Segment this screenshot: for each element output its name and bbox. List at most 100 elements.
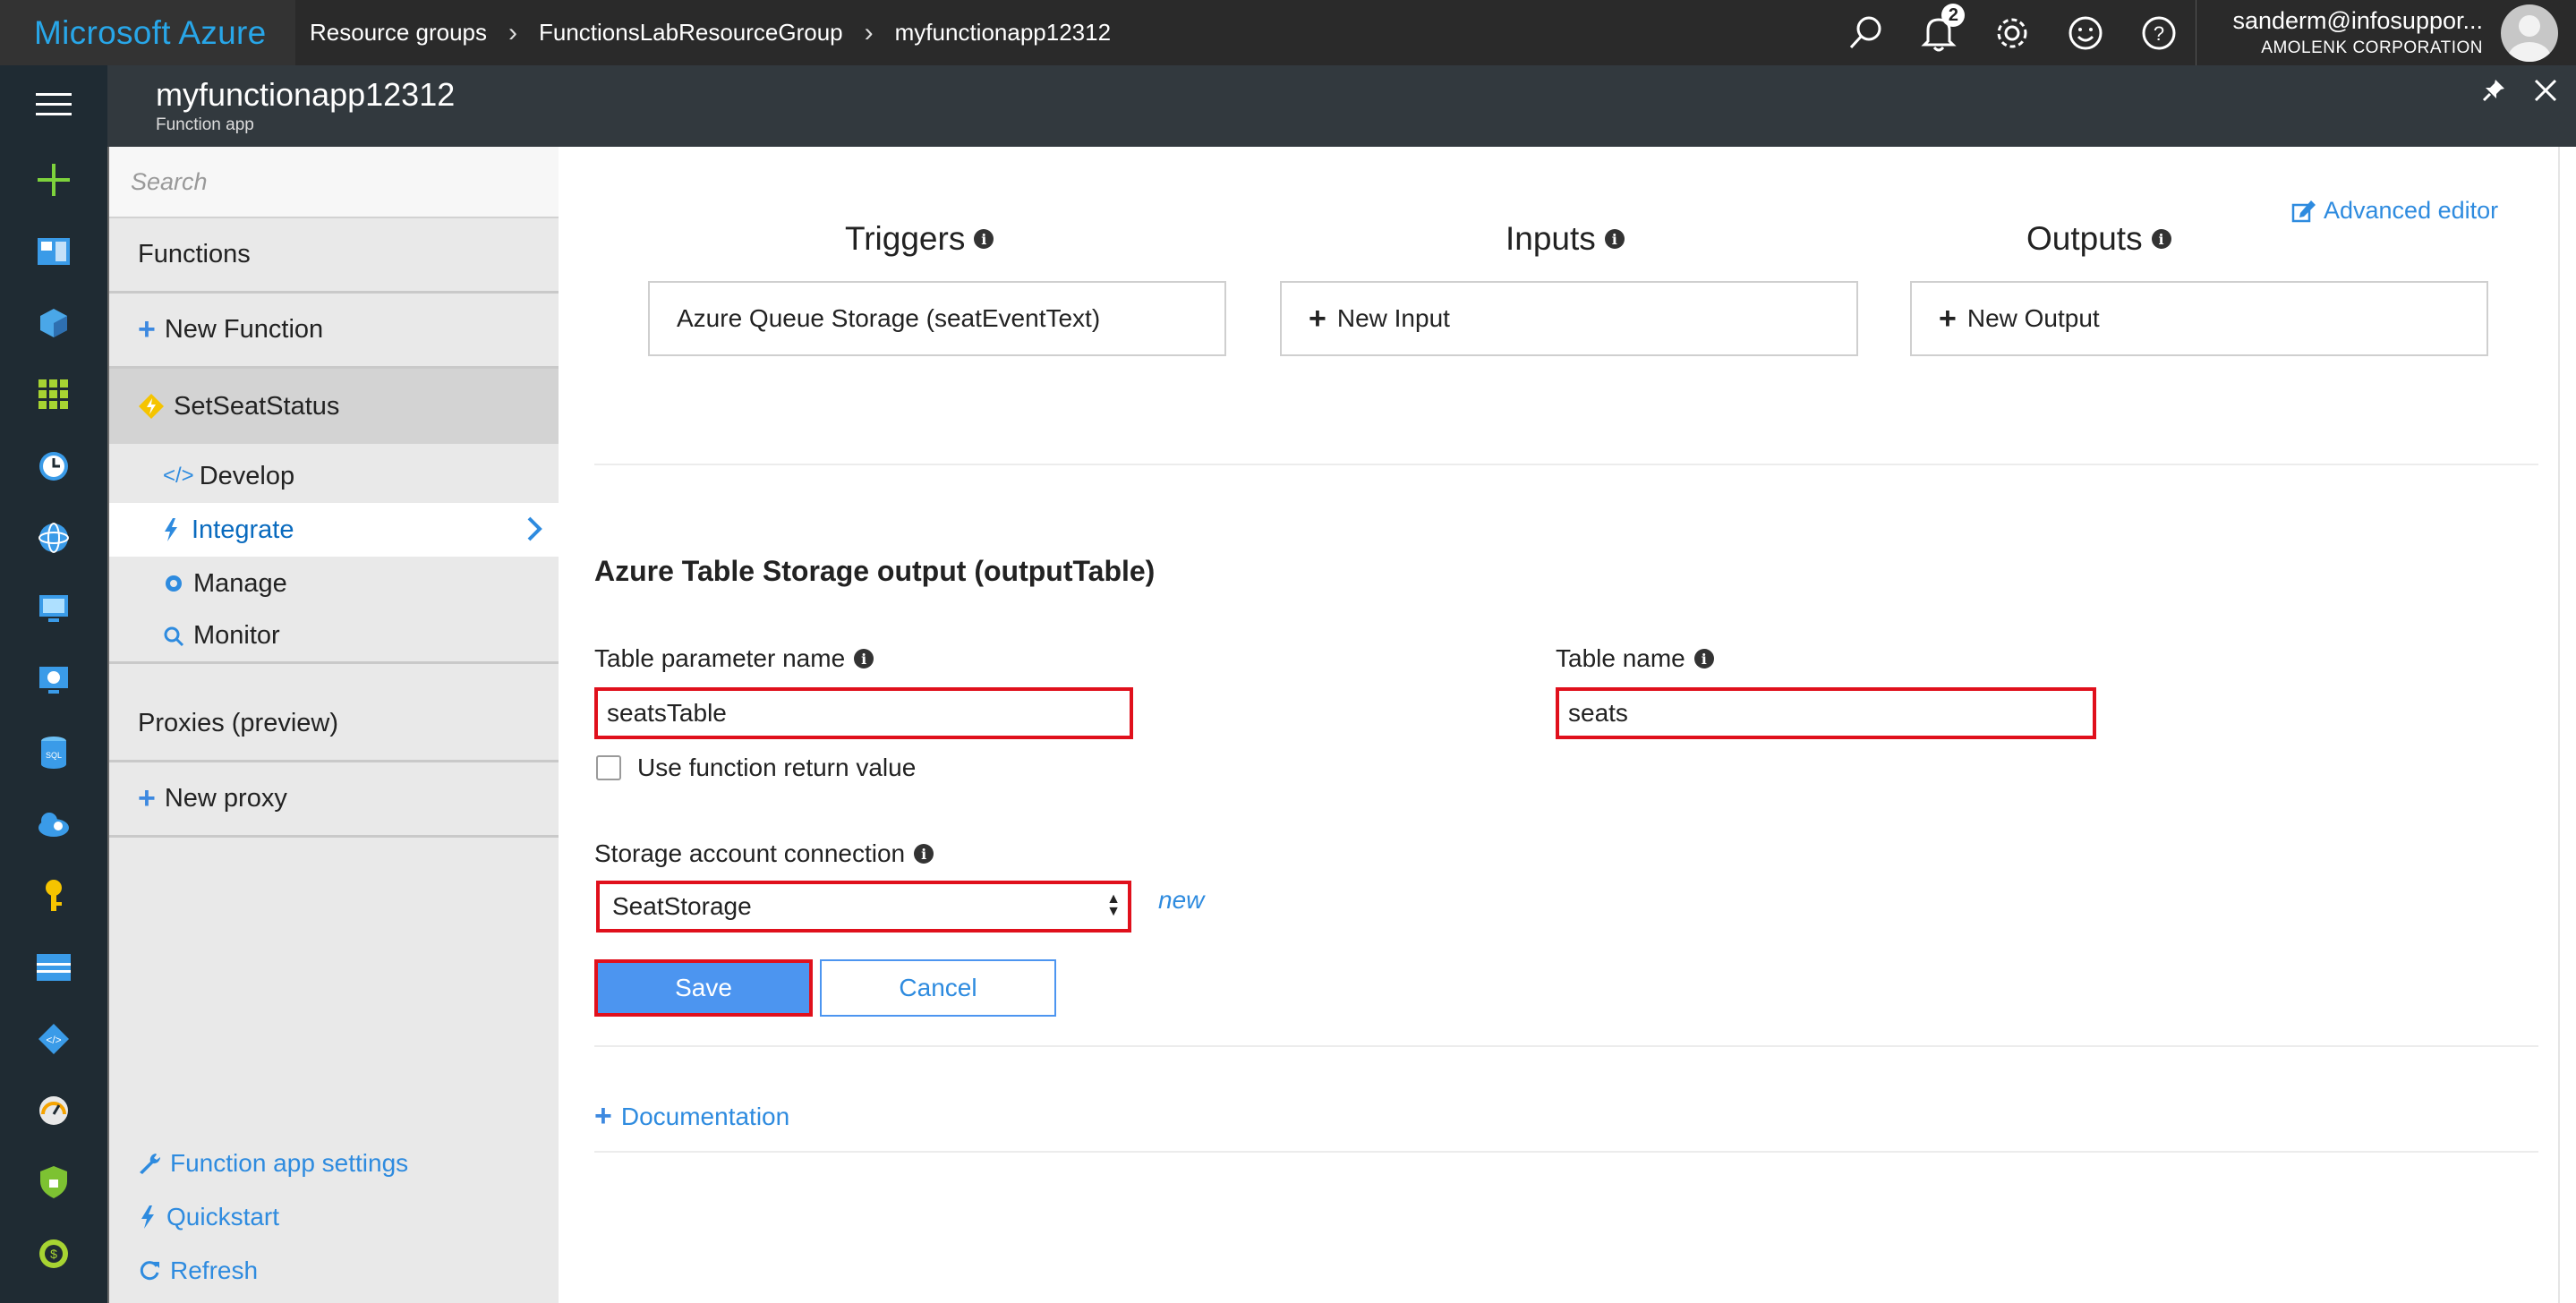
top-bar: Microsoft Azure Resource groups › Functi… [0, 0, 2576, 65]
new-output-button[interactable]: + New Output [1910, 281, 2488, 356]
plus-new-icon[interactable] [0, 144, 107, 216]
globe-app-service-icon[interactable] [0, 502, 107, 574]
refresh-label: Refresh [170, 1256, 259, 1284]
dashboard-icon[interactable] [0, 216, 107, 287]
storage-connection-value: SeatStorage [612, 892, 752, 920]
select-arrows-icon: ▲ ▼ [1106, 891, 1121, 919]
resource-cube-icon[interactable] [0, 287, 107, 359]
info-icon[interactable]: i [854, 649, 874, 669]
divider [594, 1045, 2538, 1047]
tree-item-label: Functions [138, 240, 251, 268]
close-icon[interactable] [2533, 78, 2558, 107]
gauge-icon[interactable] [0, 1075, 107, 1146]
breadcrumb-resource-group[interactable]: FunctionsLabResourceGroup [539, 19, 843, 47]
tree-item-proxies[interactable]: Proxies (preview) [109, 687, 559, 762]
use-return-value-checkbox[interactable] [596, 755, 621, 780]
all-resources-grid-icon[interactable] [0, 359, 107, 430]
tree-item-develop[interactable]: </> Develop [109, 449, 559, 503]
security-shield-icon[interactable] [0, 1146, 107, 1218]
clock-recent-icon[interactable] [0, 430, 107, 502]
user-organization: AMOLENK CORPORATION [2261, 38, 2483, 57]
virtual-machine-icon[interactable] [0, 574, 107, 645]
refresh-link[interactable]: Refresh [109, 1244, 559, 1298]
proxies-label: Proxies (preview) [138, 709, 338, 737]
smiley-feedback-icon[interactable] [2049, 0, 2122, 65]
key-vault-icon[interactable] [0, 860, 107, 932]
advanced-editor-link[interactable]: Advanced editor [2291, 197, 2498, 225]
new-output-label: New Output [1966, 304, 2100, 332]
cost-billing-icon[interactable]: $ [0, 1218, 107, 1290]
cloud-gears-icon[interactable] [0, 788, 107, 860]
tree-item-integrate[interactable]: Integrate [109, 503, 559, 557]
storage-connection-select[interactable]: SeatStorage ▲ ▼ [596, 881, 1131, 933]
page-title: myfunctionapp12312 [156, 76, 456, 113]
svg-text:$: $ [50, 1247, 57, 1261]
svg-text:?: ? [2154, 22, 2164, 45]
trigger-label: Azure Queue Storage (seatEventText) [677, 304, 1101, 332]
cancel-button[interactable]: Cancel [820, 959, 1056, 1017]
plus-icon: + [138, 781, 156, 815]
new-input-button[interactable]: + New Input [1280, 281, 1858, 356]
service-rail: SQL </> $ [0, 65, 107, 1303]
top-icons: 2 ? sanderm@infosuppor... AMOLENK CORPOR… [1829, 0, 2576, 65]
table-name-label: Table name [1556, 644, 1685, 672]
function-bolt-icon [138, 393, 165, 420]
wrench-icon [140, 1154, 161, 1174]
bolt-icon [141, 1205, 154, 1229]
new-proxy-button[interactable]: + New proxy [109, 762, 559, 838]
cloud-service-monitor-icon[interactable] [0, 645, 107, 717]
info-icon[interactable]: i [2151, 229, 2171, 249]
magnifier-icon [163, 626, 184, 647]
svg-text:SQL: SQL [46, 751, 62, 760]
info-icon[interactable]: i [974, 229, 994, 249]
user-account[interactable]: sanderm@infosuppor... AMOLENK CORPORATIO… [2196, 0, 2576, 65]
table-parameter-name-input[interactable]: seatsTable [594, 687, 1133, 739]
use-return-value-label: Use function return value [637, 754, 917, 781]
save-button[interactable]: Save [594, 959, 813, 1017]
avatar [2501, 4, 2558, 62]
new-proxy-label: New proxy [164, 784, 287, 813]
tree-item-monitor[interactable]: Monitor [109, 610, 559, 664]
info-icon[interactable]: i [914, 844, 934, 864]
storage-account-icon[interactable] [0, 932, 107, 1003]
new-function-button[interactable]: + New Function [109, 294, 559, 369]
outputs-label: Outputs [2026, 220, 2143, 257]
table-name-input[interactable]: seats [1556, 687, 2096, 739]
notifications-bell-icon[interactable]: 2 [1902, 0, 1975, 65]
hamburger-menu-icon[interactable] [0, 65, 107, 144]
table-param-label: Table parameter name [594, 644, 846, 672]
notification-count-badge: 2 [1941, 4, 1966, 27]
search-icon[interactable] [1829, 0, 1902, 65]
refresh-icon [140, 1261, 159, 1281]
api-diamond-icon[interactable]: </> [0, 1003, 107, 1075]
breadcrumb-resource-groups[interactable]: Resource groups [310, 19, 487, 47]
new-connection-link[interactable]: new [1158, 886, 1204, 915]
info-icon[interactable]: i [1693, 649, 1714, 669]
blade-header: myfunctionapp12312 Function app [107, 65, 2576, 147]
plus-icon: + [1309, 301, 1326, 336]
info-icon[interactable]: i [1604, 229, 1625, 249]
tree-item-manage[interactable]: Manage [109, 557, 559, 610]
tree-item-functions[interactable]: Functions [109, 218, 559, 294]
plus-icon: + [1939, 301, 1957, 336]
azure-brand-logo[interactable]: Microsoft Azure [0, 0, 295, 65]
help-icon[interactable]: ? [2122, 0, 2196, 65]
function-app-settings-link[interactable]: Function app settings [109, 1137, 559, 1190]
edit-icon [2291, 200, 2316, 222]
search-input[interactable]: Search [109, 147, 559, 218]
table-param-heading: Table parameter name i [594, 644, 874, 673]
breadcrumb-function-app[interactable]: myfunctionapp12312 [895, 19, 1111, 47]
pin-icon[interactable] [2481, 78, 2506, 107]
divider [594, 464, 2538, 465]
plus-icon: + [138, 312, 156, 346]
gear-icon[interactable] [1975, 0, 2049, 65]
sql-database-icon[interactable]: SQL [0, 717, 107, 788]
manage-label: Manage [193, 568, 287, 598]
documentation-link[interactable]: + Documentation [594, 1099, 789, 1134]
develop-label: Develop [199, 461, 295, 490]
svg-text:</>: </> [46, 1034, 61, 1046]
quickstart-link[interactable]: Quickstart [109, 1190, 559, 1244]
bolt-icon [163, 517, 179, 542]
tree-item-setseatstatus[interactable]: SetSeatStatus [109, 369, 559, 444]
trigger-queue-storage[interactable]: Azure Queue Storage (seatEventText) [648, 281, 1226, 356]
